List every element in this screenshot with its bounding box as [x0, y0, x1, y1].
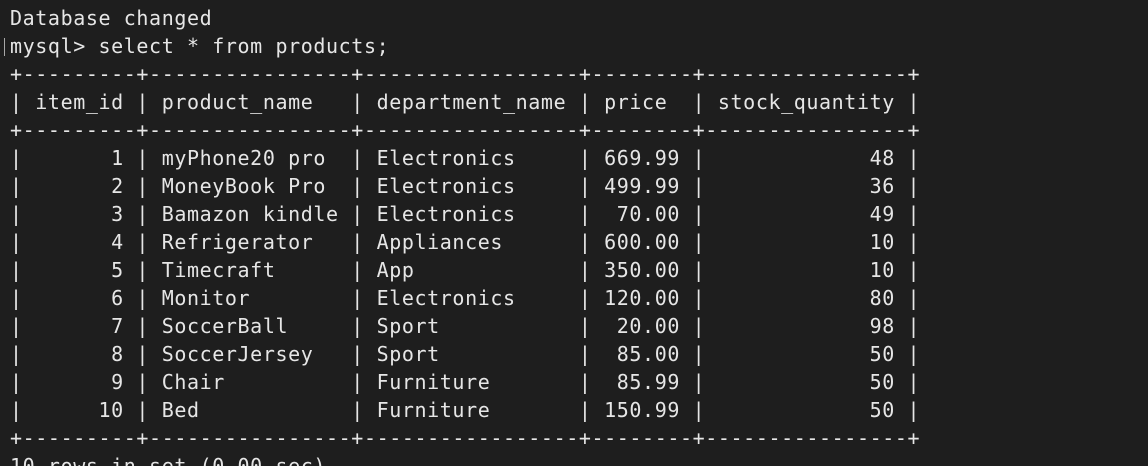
prompt-marker — [4, 38, 5, 56]
table-row: | 5 | Timecraft | App | 350.00 | 10 | — [10, 258, 921, 282]
terminal-window[interactable]: Database changed mysql> select * from pr… — [0, 0, 1148, 466]
table-border-header: +---------+----------------+------------… — [10, 118, 921, 142]
command-line: mysql> select * from products; — [10, 34, 390, 58]
table-row: | 4 | Refrigerator | Appliances | 600.00… — [10, 230, 921, 254]
table-row: | 2 | MoneyBook Pro | Electronics | 499.… — [10, 174, 921, 198]
status-line: Database changed — [10, 6, 213, 30]
table-row: | 7 | SoccerBall | Sport | 20.00 | 98 | — [10, 314, 921, 338]
table-row: | 8 | SoccerJersey | Sport | 85.00 | 50 … — [10, 342, 921, 366]
table-border-top: +---------+----------------+------------… — [10, 62, 921, 86]
table-row: | 1 | myPhone20 pro | Electronics | 669.… — [10, 146, 921, 170]
table-row: | 6 | Monitor | Electronics | 120.00 | 8… — [10, 286, 921, 310]
table-border-bottom: +---------+----------------+------------… — [10, 426, 921, 450]
table-row: | 9 | Chair | Furniture | 85.99 | 50 | — [10, 370, 921, 394]
table-row: | 10 | Bed | Furniture | 150.99 | 50 | — [10, 398, 921, 422]
table-header-row: | item_id | product_name | department_na… — [10, 90, 921, 114]
result-summary: 10 rows in set (0.00 sec) — [10, 454, 327, 466]
table-row: | 3 | Bamazon kindle | Electronics | 70.… — [10, 202, 921, 226]
